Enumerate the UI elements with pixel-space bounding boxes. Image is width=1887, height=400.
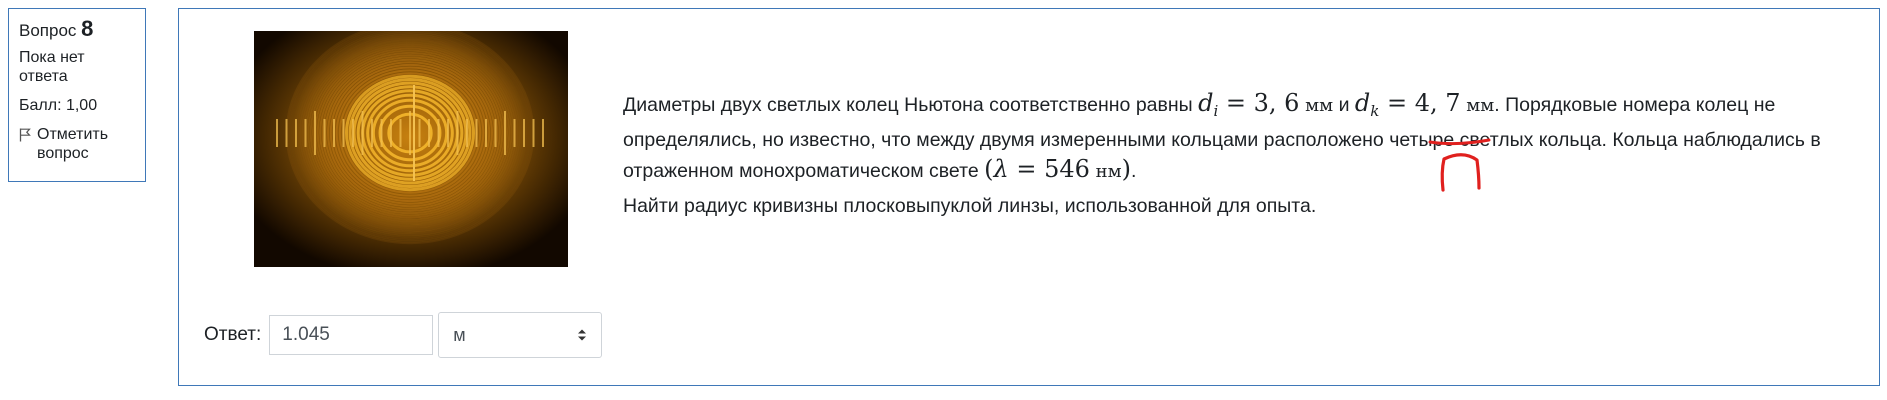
math-sub-k: k (1370, 101, 1380, 120)
newton-rings-image (254, 31, 568, 267)
question-label: Вопрос (19, 21, 77, 40)
math-value-2: = 4, 7 (1379, 89, 1461, 117)
math-d: d (1198, 89, 1214, 117)
flag-question-button[interactable]: Отметить вопрос (19, 125, 135, 163)
flag-label-line-1: Отметить (37, 126, 109, 143)
question-info-panel: Вопрос 8 Пока нет ответа Балл: 1,00 Отме… (8, 8, 146, 182)
unit-mm-2: мм (1460, 95, 1495, 116)
answer-row: Ответ: м (204, 312, 603, 358)
unit-select-value: м (453, 324, 466, 345)
math-value-1: = 3, 6 (1218, 89, 1300, 117)
question-number: Вопрос 8 (19, 16, 135, 41)
question-paragraph-2: Найти радиус кривизны плосковыпуклой лин… (623, 194, 1317, 217)
underline-stroke (1428, 138, 1491, 146)
handwritten-n (1440, 153, 1481, 192)
handwritten-annotation (1428, 138, 1491, 192)
math-d-k: d (1354, 89, 1371, 117)
question-number-value: 8 (81, 16, 94, 41)
newton-rings-picture (254, 31, 568, 267)
unit-nm: нм (1089, 160, 1122, 182)
text-and: и (1333, 94, 1355, 116)
unit-select[interactable]: м (438, 312, 603, 358)
state-line-1: Пока нет (19, 49, 85, 66)
flag-icon (19, 128, 31, 142)
flag-label-line-2: вопрос (37, 145, 89, 162)
math-lambda: λ (993, 154, 1009, 183)
math-lambda-value: = 546 (1008, 154, 1090, 183)
question-content: Диаметры двух светлых колец Ньютона соот… (178, 8, 1880, 386)
question-state: Пока нет ответа (19, 48, 135, 86)
state-line-2: ответа (19, 68, 68, 85)
paren-close: ) (1121, 154, 1131, 183)
question-paragraph-1: Диаметры двух светлых колец Ньютона соот… (623, 89, 1873, 186)
text-period: . (1131, 159, 1137, 182)
answer-label: Ответ: (204, 324, 262, 345)
select-arrows-icon (578, 329, 587, 341)
text-segment: Диаметры двух светлых колец Ньютона соот… (623, 94, 1199, 116)
answer-input[interactable] (269, 315, 434, 355)
unit-mm-1: мм (1299, 95, 1334, 116)
question-grade: Балл: 1,00 (19, 97, 98, 114)
question-text: Диаметры двух светлых колец Ньютона соот… (623, 89, 1873, 227)
